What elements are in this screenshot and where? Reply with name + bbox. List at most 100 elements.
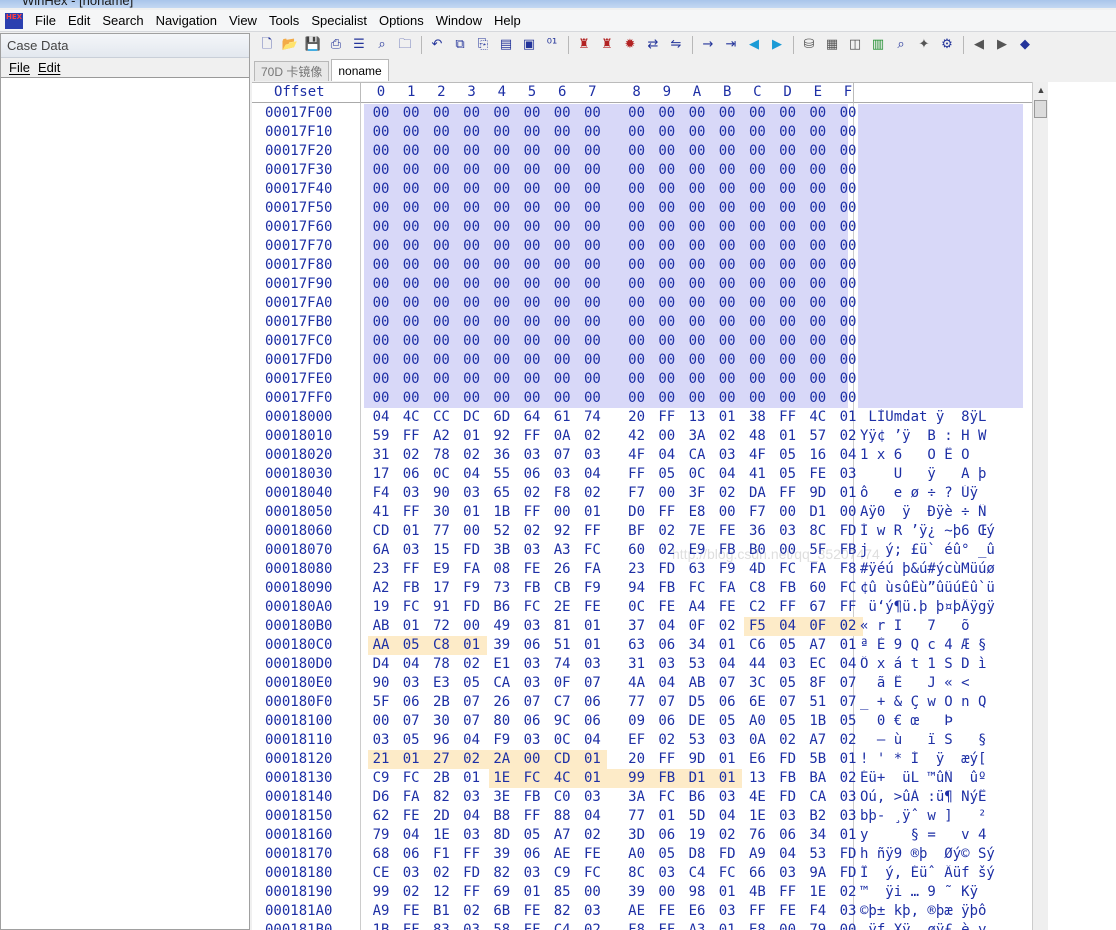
hex-byte[interactable]: 01 (457, 770, 487, 786)
row-text[interactable]: U ÿ A þ (860, 466, 1022, 482)
hex-byte[interactable]: 04 (457, 466, 487, 482)
hex-byte[interactable]: 51 (803, 694, 833, 710)
hex-byte[interactable]: 00 (652, 238, 682, 254)
hex-byte[interactable]: F7 (742, 504, 772, 520)
hex-byte[interactable]: 00 (742, 295, 772, 311)
hex-byte[interactable]: 02 (833, 770, 863, 786)
hex-byte[interactable]: 00 (652, 352, 682, 368)
hex-byte[interactable]: A0 (622, 846, 652, 862)
hex-byte[interactable]: 00 (682, 371, 712, 387)
hex-byte[interactable]: 04 (577, 732, 607, 748)
menu-view[interactable]: View (223, 10, 263, 32)
hex-byte[interactable]: FA (396, 789, 426, 805)
hex-byte[interactable]: 80 (487, 713, 517, 729)
hex-byte[interactable]: 02 (833, 618, 863, 634)
hex-byte[interactable]: 3E (487, 789, 517, 805)
hex-byte[interactable]: FF (773, 599, 803, 615)
hex-byte[interactable]: 00 (547, 371, 577, 387)
hex-byte[interactable]: 00 (833, 219, 863, 235)
hex-byte[interactable]: FC (833, 580, 863, 596)
hex-byte[interactable]: 77 (426, 523, 456, 539)
hex-byte[interactable]: 00 (652, 295, 682, 311)
hex-byte[interactable]: 00 (712, 200, 742, 216)
hex-byte[interactable]: 03 (517, 656, 547, 672)
hex-byte[interactable]: 00 (833, 390, 863, 406)
hex-byte[interactable]: 9A (803, 865, 833, 881)
menu-help[interactable]: Help (488, 10, 527, 32)
hex-byte[interactable]: 00 (773, 371, 803, 387)
hex-row[interactable]: 00017F30 00 00 00 00 00 00 00 00 00 00 00… (252, 161, 1032, 180)
hex-byte[interactable]: 0C (622, 599, 652, 615)
hex-byte[interactable]: 03 (396, 675, 426, 691)
hex-byte[interactable]: 20 (622, 751, 652, 767)
hex-byte[interactable]: 98 (682, 884, 712, 900)
hex-byte[interactable]: F9 (457, 580, 487, 596)
hex-byte[interactable]: 3F (682, 485, 712, 501)
hex-byte[interactable]: 94 (622, 580, 652, 596)
hex-byte[interactable]: 02 (773, 732, 803, 748)
menu-navigation[interactable]: Navigation (150, 10, 223, 32)
hex-row[interactable]: 00017F10 00 00 00 00 00 00 00 00 00 00 00… (252, 123, 1032, 142)
hex-row[interactable]: 00018070 6A 03 15 FD 3B 03 A3 FC 60 02 E9… (252, 541, 1032, 560)
hex-byte[interactable]: 05 (457, 675, 487, 691)
hex-byte[interactable]: 27 (426, 751, 456, 767)
hex-byte[interactable]: 1E (426, 827, 456, 843)
hex-byte[interactable]: 00 (487, 352, 517, 368)
hex-byte[interactable]: 01 (457, 428, 487, 444)
hex-byte[interactable]: 01 (712, 637, 742, 653)
hex-byte[interactable]: 00 (803, 124, 833, 140)
hex-byte[interactable]: 04 (652, 447, 682, 463)
hex-byte[interactable]: 00 (712, 105, 742, 121)
hex-byte[interactable]: 01 (833, 637, 863, 653)
hex-byte[interactable]: FD (712, 846, 742, 862)
hex-byte[interactable]: 00 (366, 219, 396, 235)
hex-byte[interactable]: 04 (577, 466, 607, 482)
hex-byte[interactable]: 00 (366, 124, 396, 140)
hex-byte[interactable]: 00 (366, 143, 396, 159)
hex-byte[interactable]: 03 (517, 732, 547, 748)
new-file-icon[interactable]: 🗋 (258, 36, 276, 54)
gear-icon[interactable]: ⚙ (938, 36, 956, 54)
row-text[interactable]: – ù ï S § (860, 732, 1022, 748)
hex-byte[interactable]: 1B (487, 504, 517, 520)
hex-byte[interactable]: 00 (577, 257, 607, 273)
hex-byte[interactable]: D5 (682, 694, 712, 710)
hex-byte[interactable]: 00 (773, 333, 803, 349)
row-text[interactable]: #ÿéú þ&ú#ýcùMüúø (860, 561, 1022, 577)
hex-byte[interactable]: 00 (457, 618, 487, 634)
hex-byte[interactable]: 03 (396, 865, 426, 881)
hex-byte[interactable]: A7 (803, 637, 833, 653)
hex-row[interactable]: 00017FC0 00 00 00 00 00 00 00 00 00 00 00… (252, 332, 1032, 351)
hex-byte[interactable]: 39 (487, 637, 517, 653)
hex-byte[interactable]: 00 (547, 181, 577, 197)
hex-byte[interactable]: 00 (742, 162, 772, 178)
hex-byte[interactable]: 00 (622, 276, 652, 292)
hex-byte[interactable]: 00 (396, 390, 426, 406)
hex-byte[interactable]: 00 (517, 124, 547, 140)
hex-byte[interactable]: 0C (426, 466, 456, 482)
hex-byte[interactable]: 00 (577, 276, 607, 292)
hex-byte[interactable]: 00 (652, 485, 682, 501)
hex-byte[interactable]: 06 (652, 827, 682, 843)
hex-byte[interactable]: 52 (487, 523, 517, 539)
hex-byte[interactable]: 01 (396, 751, 426, 767)
hex-byte[interactable]: 01 (712, 770, 742, 786)
hex-byte[interactable]: CD (366, 523, 396, 539)
hex-byte[interactable]: 04 (773, 618, 803, 634)
hex-byte[interactable]: 00 (396, 143, 426, 159)
hex-byte[interactable]: CD (547, 751, 577, 767)
hex-row[interactable]: 00018050 41 FF 30 01 1B FF 00 01 D0 FF E8… (252, 503, 1032, 522)
hex-byte[interactable]: 00 (803, 314, 833, 330)
hex-byte[interactable]: 03 (652, 656, 682, 672)
hex-byte[interactable]: 00 (426, 352, 456, 368)
hex-byte[interactable]: 08 (487, 561, 517, 577)
hex-byte[interactable]: 00 (682, 257, 712, 273)
hex-byte[interactable]: 00 (426, 276, 456, 292)
hex-byte[interactable]: FF (396, 922, 426, 930)
hex-byte[interactable]: AB (682, 675, 712, 691)
hex-row[interactable]: 00018140 D6 FA 82 03 3E FB C0 03 3A FC B6… (252, 788, 1032, 807)
hex-byte[interactable]: FC (396, 770, 426, 786)
hex-byte[interactable]: 00 (577, 238, 607, 254)
hex-byte[interactable]: 00 (517, 105, 547, 121)
hex-byte[interactable]: 07 (517, 694, 547, 710)
